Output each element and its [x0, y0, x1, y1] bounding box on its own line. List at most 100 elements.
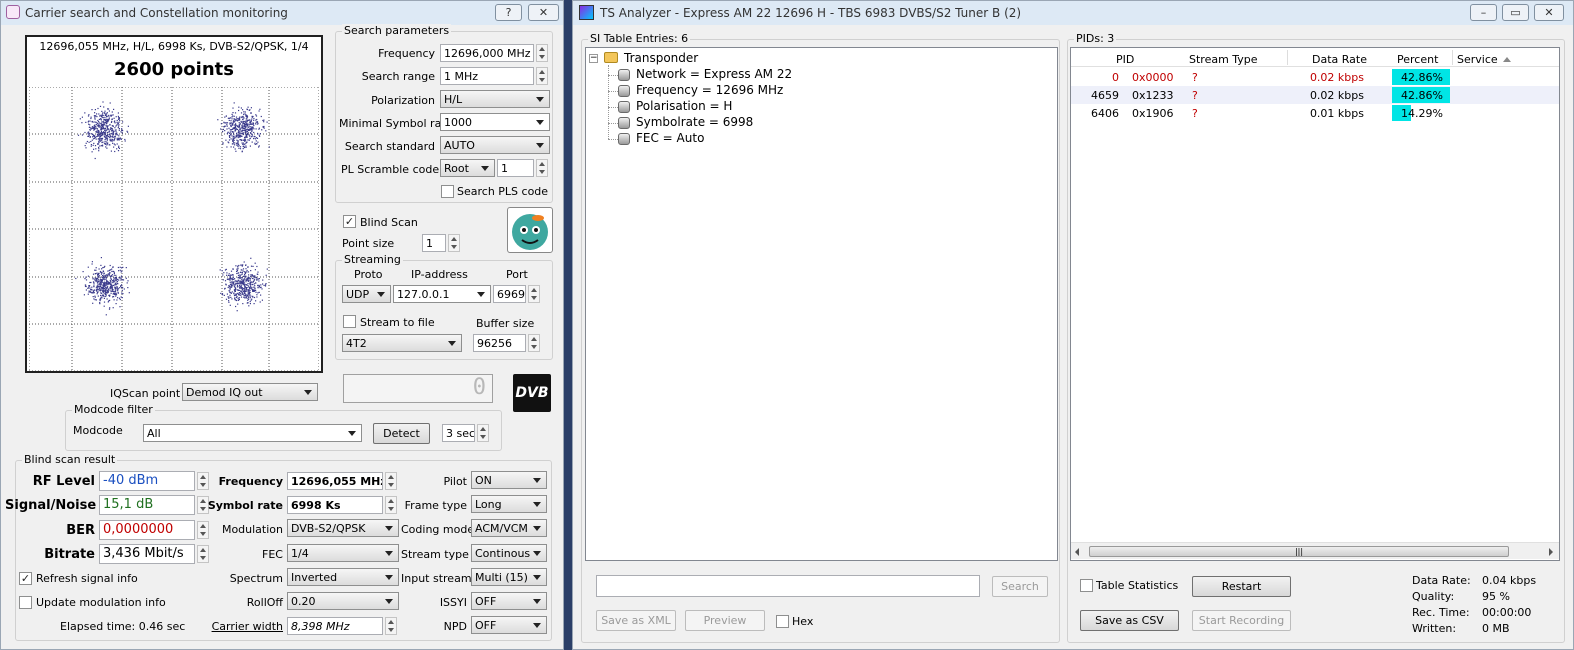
constellation-point [250, 265, 253, 267]
restart-button[interactable]: Restart [1192, 576, 1291, 597]
port-spinner[interactable] [528, 285, 540, 303]
pl-scramble-spinner[interactable] [536, 159, 548, 177]
pid-row[interactable]: 4659 0x1233? 0.02 kbps 42.86% [1071, 86, 1559, 104]
port-input[interactable]: 6969 [493, 285, 526, 303]
constellation-point [263, 284, 265, 286]
blind-scan-checkbox[interactable]: ✓ [343, 215, 356, 228]
constellation-point [236, 295, 238, 298]
carrier-width-spinner[interactable] [385, 617, 397, 635]
scroll-left-icon[interactable] [1075, 548, 1079, 556]
constellation-point [98, 124, 100, 126]
constellation-point [240, 294, 242, 296]
col-data-rate[interactable]: Data Rate [1312, 53, 1367, 66]
spectrum-select[interactable]: Inverted [287, 568, 399, 586]
tree-item[interactable]: Network = Express AM 22 [636, 67, 792, 81]
polarization-select[interactable]: H/L [440, 90, 550, 108]
coding-mode-select[interactable]: ACM/VCM [471, 519, 547, 537]
stream-to-file-checkbox[interactable] [343, 315, 356, 328]
col-stream-type[interactable]: Stream Type [1189, 53, 1258, 66]
update-modulation-checkbox[interactable] [19, 596, 32, 609]
detect-seconds-input[interactable]: 3 sec [442, 424, 475, 442]
detect-button[interactable]: Detect [373, 423, 430, 444]
constellation-point [117, 291, 119, 294]
col-service[interactable]: Service [1457, 53, 1498, 66]
constellation-point [102, 267, 104, 269]
search-standard-select[interactable]: AUTO [440, 136, 550, 154]
buffer-size-input[interactable]: 96256 [473, 334, 526, 352]
horizontal-scrollbar[interactable]: ||| [1071, 542, 1559, 559]
issyi-label: ISSYI [439, 596, 467, 609]
scroll-right-icon[interactable] [1549, 548, 1553, 556]
table-statistics-checkbox[interactable] [1080, 579, 1093, 592]
min-symbol-rate-select[interactable]: 1000 [440, 113, 550, 131]
start-recording-button[interactable]: Start Recording [1192, 610, 1291, 631]
proto-select[interactable]: UDP [342, 285, 391, 303]
search-range-input[interactable]: 1 MHz [440, 67, 534, 85]
col-percent[interactable]: Percent [1397, 53, 1438, 66]
frame-type-select[interactable]: Long [471, 495, 547, 513]
stream-type-select[interactable]: Continous [471, 544, 547, 562]
tree-item[interactable]: Symbolrate = 6998 [636, 115, 753, 129]
fec-select[interactable]: 1/4 [287, 544, 399, 562]
ts-close-button[interactable]: ✕ [1534, 4, 1564, 21]
constellation-point [239, 148, 242, 150]
tree-item[interactable]: FEC = Auto [636, 131, 704, 145]
hex-checkbox[interactable] [776, 615, 789, 628]
constellation-point [235, 137, 237, 139]
point-size-spinner[interactable] [448, 234, 460, 252]
input-stream-select[interactable]: Multi (15) [471, 568, 547, 586]
close-button[interactable]: ✕ [528, 4, 559, 21]
constellation-point [239, 275, 241, 278]
constellation-point [105, 142, 107, 144]
refresh-signal-checkbox[interactable]: ✓ [19, 572, 32, 585]
result-symbol-rate-spinner[interactable] [385, 496, 397, 514]
constellation-point [117, 122, 119, 124]
constellation-point [234, 283, 237, 285]
modulation-select[interactable]: DVB-S2/QPSK [287, 519, 399, 537]
si-search-input[interactable] [596, 575, 980, 597]
issyi-select[interactable]: OFF [471, 592, 547, 610]
search-pls-checkbox[interactable] [441, 185, 454, 198]
modcode-select[interactable]: All [143, 424, 362, 442]
rolloff-select[interactable]: 0.20 [287, 592, 399, 610]
pid-dec: 0 [1112, 71, 1119, 84]
search-range-spinner[interactable] [536, 67, 548, 85]
col-pid[interactable]: PID [1116, 53, 1134, 66]
scroll-thumb[interactable]: ||| [1089, 546, 1509, 557]
tree-item[interactable]: Frequency = 12696 MHz [636, 83, 783, 97]
constellation-point [246, 117, 248, 119]
npd-select[interactable]: OFF [471, 616, 547, 634]
result-frequency-spinner[interactable] [385, 472, 397, 490]
detect-seconds-spinner[interactable] [477, 424, 489, 442]
tree-collapse-icon[interactable]: − [589, 54, 598, 63]
buffer-size-spinner[interactable] [528, 334, 540, 352]
pids-table[interactable]: PID Stream Type Data Rate Percent Servic… [1070, 47, 1560, 561]
iqscan-select[interactable]: Demod IQ out [182, 383, 318, 401]
pilot-select[interactable]: ON [471, 471, 547, 489]
pl-scramble-mode-select[interactable]: Root [440, 159, 495, 177]
preview-button[interactable]: Preview [685, 610, 765, 631]
point-size-input[interactable]: 1 [422, 234, 446, 252]
stream-file-select[interactable]: 4T2 [342, 334, 462, 352]
constellation-point [104, 112, 106, 114]
constellation-point [87, 287, 89, 289]
constellation-point [250, 107, 252, 109]
minimize-button[interactable]: – [1470, 4, 1497, 21]
pid-row[interactable]: 6406 0x1906? 0.01 kbps 14.29% [1071, 104, 1559, 122]
tree-item[interactable]: Polarisation = H [636, 99, 732, 113]
search-button[interactable]: Search [992, 576, 1048, 597]
constellation-point [241, 293, 243, 295]
save-as-csv-button[interactable]: Save as CSV [1080, 610, 1179, 631]
maximize-button[interactable]: ▭ [1502, 4, 1529, 21]
save-as-xml-button[interactable]: Save as XML [596, 610, 676, 631]
tree-root[interactable]: Transponder [624, 51, 698, 65]
pl-scramble-code-input[interactable]: 1 [497, 159, 534, 177]
si-tree[interactable]: − Transponder Network = Express AM 22 Fre… [585, 47, 1058, 561]
constellation-point [100, 283, 102, 285]
frequency-input[interactable]: 12696,000 MHz [440, 44, 534, 62]
help-button[interactable]: ? [495, 4, 522, 21]
pid-row[interactable]: 0 0x0000? 0.02 kbps 42.86% [1071, 68, 1559, 86]
constellation-point [95, 269, 97, 271]
ip-address-select[interactable]: 127.0.0.1 [393, 285, 491, 303]
frequency-spinner[interactable] [536, 44, 548, 62]
